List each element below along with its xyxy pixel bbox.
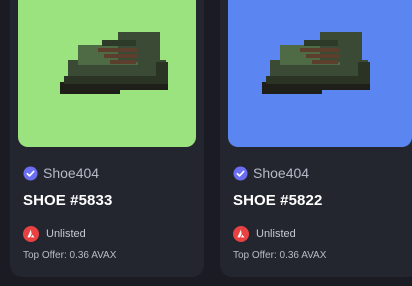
nft-image[interactable] — [228, 0, 412, 147]
top-offer-label: Top Offer: — [23, 250, 67, 261]
nft-card[interactable]: Shoe404 SHOE #5833 Unlisted Top Offer: 0… — [10, 0, 204, 277]
nft-title[interactable]: SHOE #5833 — [23, 192, 112, 209]
top-offer: Top Offer: 0.36 AVAX — [233, 250, 326, 261]
nft-card[interactable]: Shoe404 SHOE #5822 Unlisted Top Offer: 0… — [220, 0, 412, 277]
listing-status: Unlisted — [233, 226, 296, 242]
nft-image[interactable] — [18, 0, 196, 147]
collection-row[interactable]: Shoe404 — [233, 165, 309, 181]
top-offer-value: 0.36 AVAX — [279, 250, 327, 261]
status-text: Unlisted — [256, 228, 296, 240]
collection-name[interactable]: Shoe404 — [253, 165, 309, 181]
verified-badge-icon — [233, 165, 248, 181]
collection-row[interactable]: Shoe404 — [23, 165, 99, 181]
verified-badge-icon — [23, 165, 38, 181]
nft-title[interactable]: SHOE #5822 — [233, 192, 322, 209]
top-offer: Top Offer: 0.36 AVAX — [23, 250, 116, 261]
listing-status: Unlisted — [23, 226, 86, 242]
avalanche-icon — [233, 226, 249, 242]
pixel-shoe-image — [262, 32, 370, 94]
status-text: Unlisted — [46, 228, 86, 240]
avalanche-icon — [23, 226, 39, 242]
nft-grid: Shoe404 SHOE #5833 Unlisted Top Offer: 0… — [0, 0, 412, 286]
top-offer-value: 0.36 AVAX — [69, 250, 117, 261]
top-offer-label: Top Offer: — [233, 250, 277, 261]
collection-name[interactable]: Shoe404 — [43, 165, 99, 181]
pixel-shoe-image — [60, 32, 168, 94]
